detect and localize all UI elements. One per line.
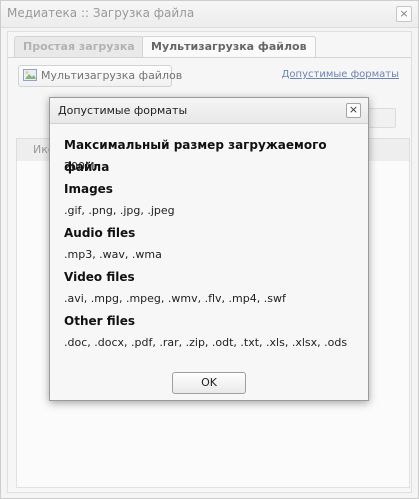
dialog-title: Допустимые форматы bbox=[58, 104, 188, 117]
ok-button[interactable]: OK bbox=[172, 372, 246, 394]
allowed-formats-dialog: Допустимые форматы × Максимальный размер… bbox=[49, 97, 369, 401]
dialog-title-bar: Допустимые форматы × bbox=[50, 98, 368, 124]
images-formats: .gif, .png, .jpg, .jpeg bbox=[64, 204, 175, 217]
max-size-heading: Максимальный размер загружаемого файла bbox=[64, 138, 327, 174]
video-heading: Video files bbox=[64, 270, 135, 284]
dialog-close-button[interactable]: × bbox=[346, 103, 361, 118]
video-formats: .avi, .mpg, .mpeg, .wmv, .flv, .mp4, .sw… bbox=[64, 292, 286, 305]
other-heading: Other files bbox=[64, 314, 136, 328]
audio-formats: .mp3, .wav, .wma bbox=[64, 248, 162, 261]
other-formats: .doc, .docx, .pdf, .rar, .zip, .odt, .tx… bbox=[64, 336, 348, 349]
dialog-body: Максимальный размер загружаемого файла 2… bbox=[64, 134, 359, 354]
images-heading: Images bbox=[64, 182, 113, 196]
audio-heading: Audio files bbox=[64, 226, 136, 240]
